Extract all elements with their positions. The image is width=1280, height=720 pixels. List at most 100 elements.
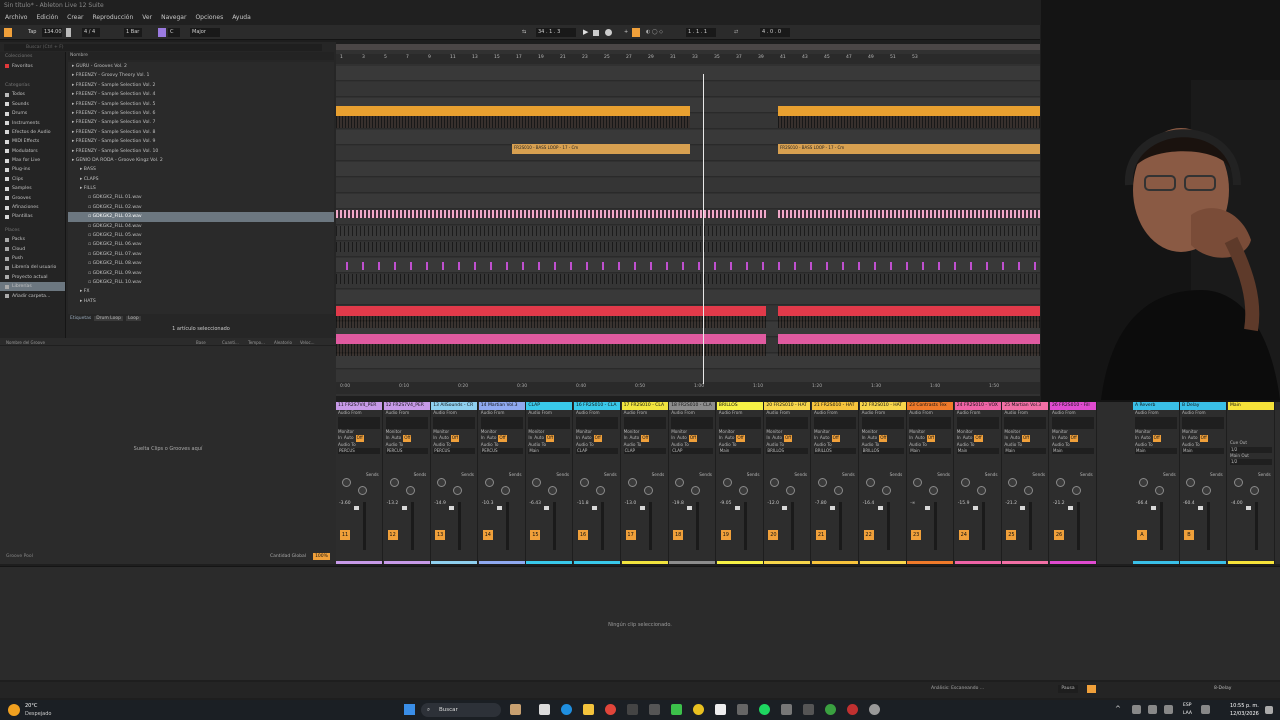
- menu-crear[interactable]: Crear: [67, 14, 83, 23]
- output-routing-select[interactable]: PERCUS: [480, 448, 523, 455]
- task-view-icon[interactable]: [539, 704, 550, 715]
- output-routing-select[interactable]: CLAP: [671, 448, 714, 455]
- folder-item[interactable]: ▸ FREENZY - Sample Selection Vol. 9: [68, 137, 334, 146]
- punch-icons[interactable]: ◐ ◯ ◇: [644, 28, 668, 37]
- volume-fader[interactable]: [1068, 506, 1073, 510]
- send-knob[interactable]: [1202, 486, 1211, 495]
- follow-icon[interactable]: ⇆: [520, 28, 530, 37]
- sample-file-item[interactable]: ▫ GDKGK2_FILL 05.wav: [68, 231, 334, 240]
- output-routing-select[interactable]: Main: [1052, 448, 1094, 455]
- send-knob[interactable]: [1155, 486, 1164, 495]
- place-6[interactable]: Añadir carpeta...: [0, 291, 65, 300]
- track-activator-button[interactable]: 16: [578, 530, 588, 540]
- category-grooves[interactable]: Grooves: [0, 193, 65, 202]
- category-clips[interactable]: Clips: [0, 175, 65, 184]
- track-title[interactable]: B Delay: [1180, 402, 1226, 410]
- monitor-auto-button[interactable]: Auto: [820, 435, 830, 442]
- chrome-icon[interactable]: [605, 704, 616, 715]
- volume-readout[interactable]: -15.9: [958, 501, 970, 506]
- main-out-select[interactable]: 1/2: [1230, 459, 1272, 466]
- monitor-off-button[interactable]: Off: [546, 435, 555, 442]
- volume-fader[interactable]: [782, 506, 788, 510]
- sample-file-item[interactable]: ▫ GDKGK2_FILL 03.wav: [68, 212, 334, 222]
- volume-readout[interactable]: -7.80: [815, 501, 827, 506]
- volume-fader[interactable]: [1020, 506, 1026, 510]
- volume-fader[interactable]: [972, 506, 978, 510]
- menu-ayuda[interactable]: Ayuda: [232, 14, 251, 23]
- menu-reproduccion[interactable]: Reproducción: [93, 14, 134, 23]
- scale-mode-icon[interactable]: [158, 28, 166, 37]
- tray-icon-3[interactable]: [1164, 705, 1173, 714]
- track-title[interactable]: 24 FR2S010 - VOX: [954, 402, 1001, 410]
- send-knob[interactable]: [437, 478, 447, 487]
- monitor-in-button[interactable]: In: [481, 435, 485, 442]
- monitor-in-button[interactable]: In: [671, 435, 675, 442]
- output-routing-select[interactable]: CLAP: [623, 448, 666, 455]
- track-title[interactable]: 17 FR2S010 - CLA: [621, 402, 668, 410]
- metronome-icon[interactable]: [66, 28, 71, 37]
- send-knob[interactable]: [929, 486, 939, 495]
- tray-icon-1[interactable]: [1132, 705, 1141, 714]
- track-title[interactable]: CLAP: [526, 402, 573, 410]
- track-activator-button[interactable]: 21: [816, 530, 826, 540]
- volume-fader[interactable]: [449, 506, 455, 510]
- monitor-auto-button[interactable]: Auto: [677, 435, 687, 442]
- send-knob[interactable]: [722, 478, 732, 487]
- link-icon[interactable]: [4, 28, 12, 37]
- send-knob[interactable]: [1186, 478, 1195, 487]
- volume-readout[interactable]: -21.2: [1053, 501, 1065, 506]
- tap-tempo-button[interactable]: Tap: [26, 28, 42, 37]
- track-title[interactable]: 25 Martian Vol.3: [1002, 402, 1049, 410]
- send-knob[interactable]: [865, 478, 875, 487]
- monitor-auto-button[interactable]: Auto: [1010, 435, 1020, 442]
- volume-readout[interactable]: -6.43: [529, 501, 541, 506]
- folder-item[interactable]: ▸ HATS: [68, 297, 334, 306]
- volume-fader[interactable]: [401, 506, 407, 510]
- track-title[interactable]: 18 FR2S010 - CLA: [669, 402, 716, 410]
- monitor-auto-button[interactable]: Auto: [629, 435, 639, 442]
- volume-readout[interactable]: -19.8: [672, 501, 684, 506]
- monitor-in-button[interactable]: In: [576, 435, 580, 442]
- volume-readout[interactable]: -66.4: [1136, 501, 1148, 506]
- sample-file-item[interactable]: ▫ GDKGK2_FILL 10.wav: [68, 278, 334, 287]
- monitor-in-button[interactable]: In: [719, 435, 723, 442]
- volume-fader[interactable]: [544, 506, 550, 510]
- send-knob[interactable]: [881, 486, 891, 495]
- loop-icon[interactable]: ⇄: [732, 28, 742, 37]
- monitor-auto-button[interactable]: Auto: [391, 435, 401, 442]
- place-5[interactable]: Librerías: [0, 281, 65, 292]
- spotify-icon[interactable]: [759, 704, 770, 715]
- scale-select[interactable]: Major: [190, 28, 220, 37]
- output-routing-select[interactable]: Main: [956, 448, 999, 455]
- volume-readout[interactable]: -4.00: [1231, 501, 1243, 506]
- folder-item[interactable]: ▸ FREENZY - Groovy Theory Vol. 1: [68, 71, 334, 80]
- category-plug-ins[interactable]: Plug-ins: [0, 165, 65, 174]
- monitor-off-button[interactable]: Off: [450, 435, 459, 442]
- track-lane[interactable]: [336, 194, 1040, 209]
- track-activator-button[interactable]: B: [1184, 530, 1194, 540]
- volume-readout[interactable]: -3.60: [339, 501, 351, 506]
- app-icon-2[interactable]: [671, 704, 682, 715]
- monitor-off-button[interactable]: Off: [879, 435, 888, 442]
- monitor-in-button[interactable]: In: [386, 435, 390, 442]
- xbox-icon[interactable]: [825, 704, 836, 715]
- app-icon-1[interactable]: [649, 704, 660, 715]
- output-routing-select[interactable]: Main: [718, 448, 761, 455]
- file-explorer-icon[interactable]: [583, 704, 594, 715]
- beat-ruler[interactable]: 1 3 5 7 9 11 13 15 17 19 21 23 25 27 29 31 33 35 37 39 41 43 4…: [336, 54, 1040, 64]
- send-knob[interactable]: [405, 486, 415, 495]
- monitor-auto-button[interactable]: Auto: [867, 435, 877, 442]
- arrangement-clip[interactable]: [778, 210, 1040, 218]
- track-lane[interactable]: [336, 178, 1040, 193]
- folder-item[interactable]: ▸ GURU - Grooves Vol. 2: [68, 62, 334, 71]
- arrangement-clip[interactable]: FR2S010 - BASS LOOP - 17 - Cm: [778, 144, 1040, 154]
- monitor-auto-button[interactable]: Auto: [963, 435, 973, 442]
- tag-drum-loop[interactable]: Drum Loop: [94, 315, 123, 321]
- menu-opciones[interactable]: Opciones: [195, 14, 223, 23]
- play-icon[interactable]: ▶: [581, 28, 589, 37]
- folder-item[interactable]: ▸ FREENZY - Sample Selection Vol. 5: [68, 100, 334, 109]
- monitor-off-button[interactable]: Off: [736, 435, 745, 442]
- edge-icon[interactable]: [561, 704, 572, 715]
- category-modulators[interactable]: Modulators: [0, 147, 65, 156]
- folder-item[interactable]: ▸ FREENZY - Sample Selection Vol. 10: [68, 147, 334, 156]
